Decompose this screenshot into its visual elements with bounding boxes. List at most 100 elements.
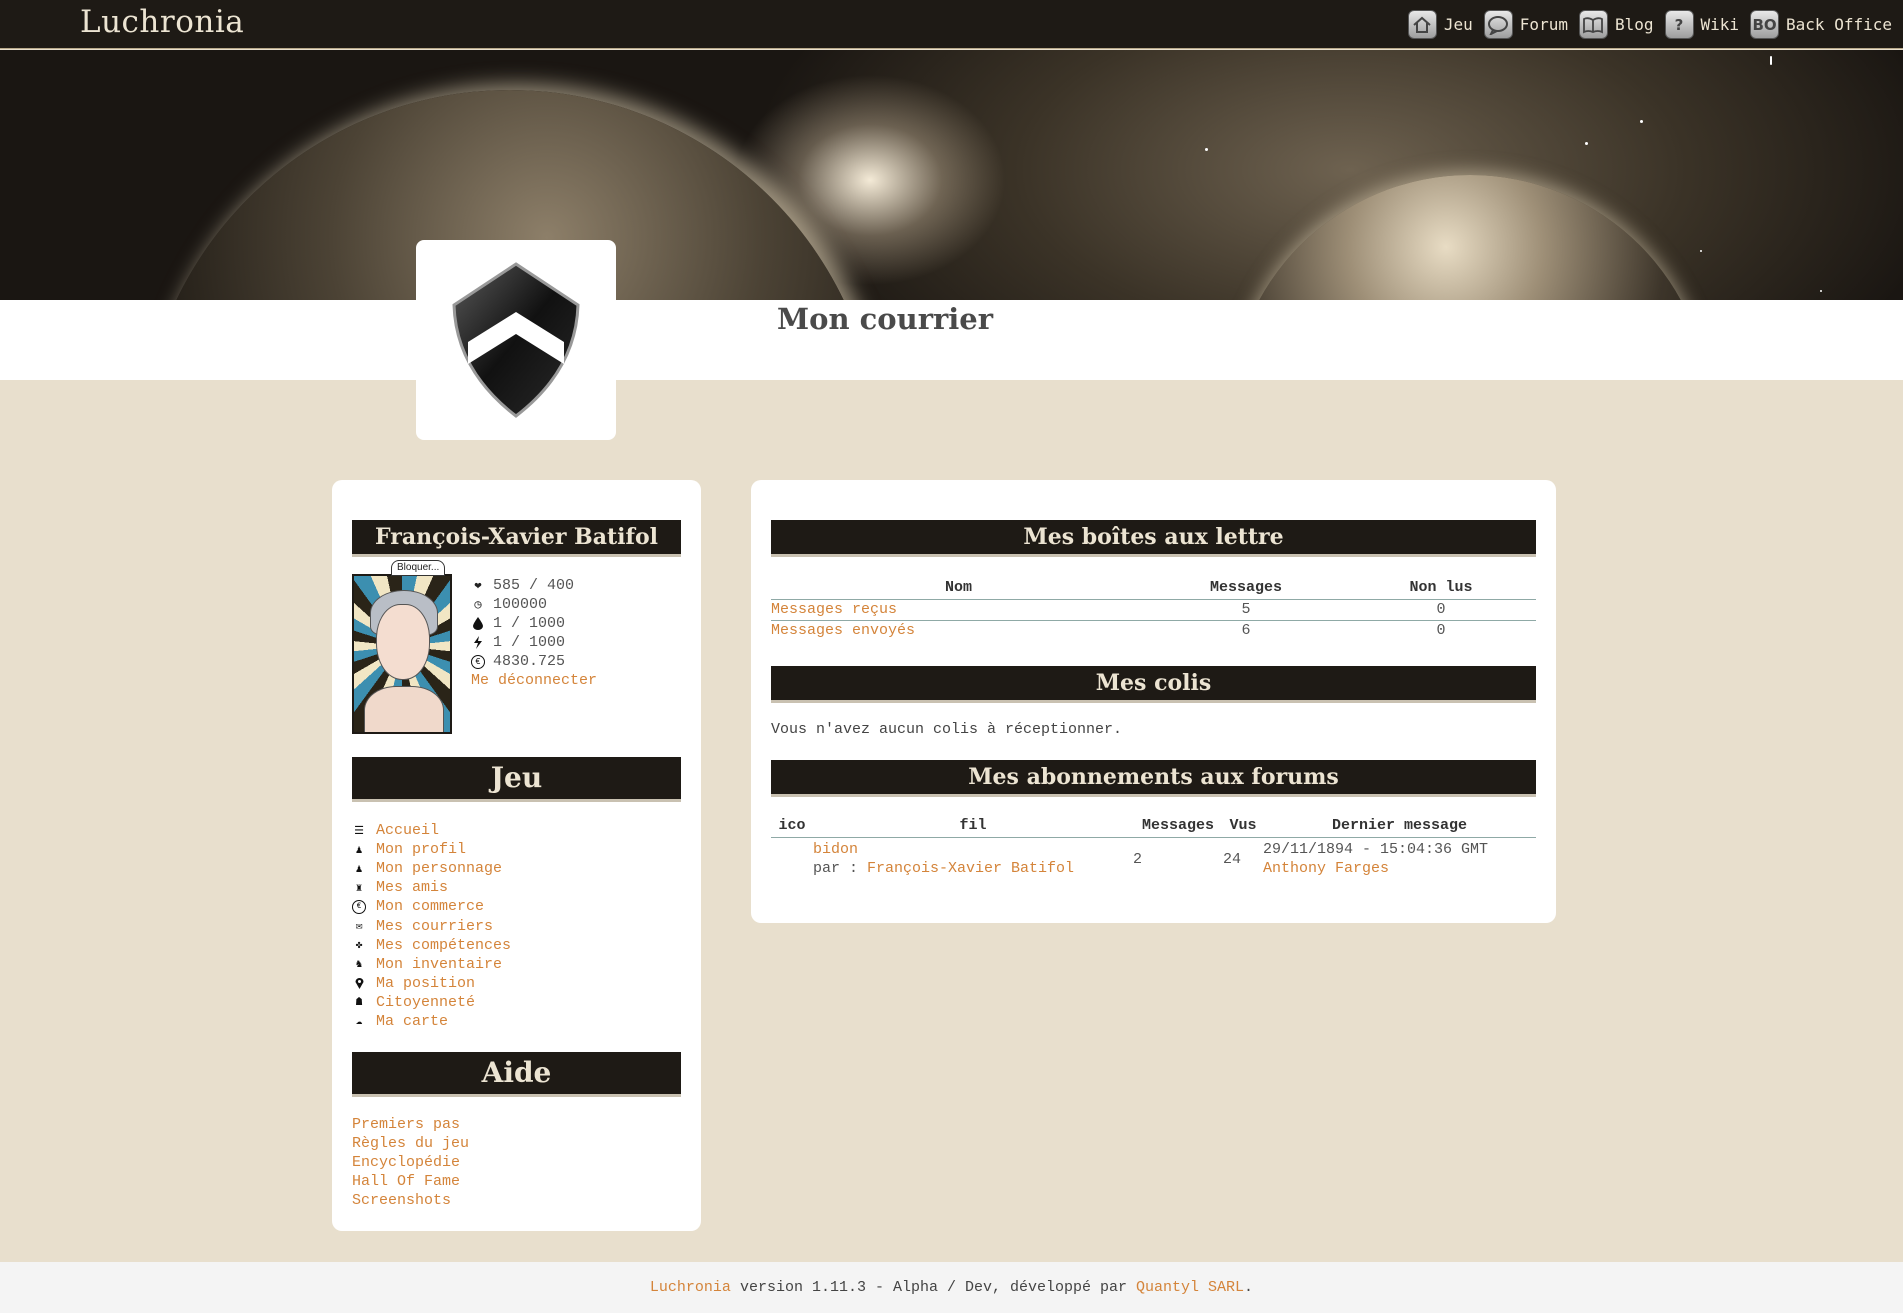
menu-item-label[interactable]: Mon commerce: [376, 898, 484, 915]
block-button[interactable]: Bloquer...: [391, 560, 446, 576]
menu-item-accueil[interactable]: ☰ Accueil: [352, 821, 511, 840]
avatar[interactable]: [352, 574, 452, 734]
menu-item-label[interactable]: Mon personnage: [376, 860, 502, 877]
stat-money: € 4830.725: [471, 652, 597, 671]
col-nom: Nom: [771, 579, 1146, 600]
menu-item-label[interactable]: Accueil: [376, 822, 439, 839]
mailboxes-title: Mes boîtes aux lettre: [771, 520, 1536, 554]
top-bar: Luchronia Jeu Forum Blog ? Wiki BO Back …: [0, 0, 1903, 49]
aide-link-screenshots[interactable]: Screenshots: [352, 1192, 451, 1209]
menu-item-citoyennete[interactable]: ☗ Citoyenneté: [352, 993, 511, 1012]
menu-item-mon-inventaire[interactable]: ♞ Mon inventaire: [352, 955, 511, 974]
menu-item-label[interactable]: Mes courriers: [376, 918, 493, 935]
nav-jeu[interactable]: Jeu: [1407, 10, 1473, 39]
book-icon: [1578, 10, 1608, 39]
nav-back-office[interactable]: BO Back Office: [1750, 10, 1892, 39]
stat-health-value: 585 / 400: [493, 577, 575, 594]
aide-section-title: Aide: [352, 1052, 681, 1094]
side-panel: François-Xavier Batifol Bloquer... ❤ 585…: [332, 480, 701, 1231]
aide-link-premiers-pas[interactable]: Premiers pas: [352, 1116, 460, 1133]
map-icon: ☁: [355, 1016, 363, 1029]
menu-item-mes-amis[interactable]: ♜ Mes amis: [352, 878, 511, 897]
stat-water: 1 / 1000: [471, 614, 597, 633]
last-message-author-link[interactable]: Anthony Farges: [1263, 860, 1389, 877]
mailbox-received-link[interactable]: Messages reçus: [771, 601, 897, 618]
pin-icon: [352, 976, 366, 990]
menu-item-label[interactable]: Mon profil: [376, 841, 466, 858]
menu-item-ma-carte[interactable]: ☁ Ma carte: [352, 1012, 511, 1031]
star: [1585, 142, 1588, 145]
avatar-body: [364, 686, 444, 732]
col-fil: fil: [813, 817, 1133, 838]
nav-back-office-label: Back Office: [1786, 15, 1892, 34]
last-message-date: 29/11/1894 - 15:04:36 GMT: [1263, 841, 1489, 858]
euro-icon: €: [471, 654, 485, 669]
lightning-icon: [471, 636, 485, 650]
menu-item-mon-personnage[interactable]: ♟ Mon personnage: [352, 859, 511, 878]
menu-item-label[interactable]: Citoyenneté: [376, 994, 475, 1011]
bo-icon: BO: [1750, 10, 1780, 39]
nav-blog[interactable]: Blog: [1578, 10, 1654, 39]
mailbox-sent-link[interactable]: Messages envoyés: [771, 622, 915, 639]
jeu-menu: ☰ Accueil ♟ Mon profil ♟ Mon personnage ♜ Me…: [352, 821, 511, 1031]
menu-item-label[interactable]: Mes amis: [376, 879, 448, 896]
nav-blog-label: Blog: [1614, 15, 1654, 34]
menu-item-ma-position[interactable]: Ma position: [352, 974, 511, 993]
mailbox-sent-count: 6: [1241, 622, 1251, 639]
page-title: Mon courrier: [777, 302, 994, 336]
menu-item-mon-commerce[interactable]: € Mon commerce: [352, 897, 511, 916]
menu-item-mes-courriers[interactable]: ✉ Mes courriers: [352, 916, 511, 935]
col-dernier-message: Dernier message: [1263, 817, 1536, 838]
avatar-face: [376, 604, 430, 680]
forum-subscriptions-title: Mes abonnements aux forums: [771, 760, 1536, 794]
col-vus: Vus: [1223, 817, 1263, 838]
logout-link[interactable]: Me déconnecter: [471, 672, 597, 689]
citizen-icon: ☗: [355, 997, 363, 1010]
nav-wiki-label: Wiki: [1700, 15, 1740, 34]
shield-icon: [452, 262, 580, 418]
footer-app-link[interactable]: Luchronia: [650, 1279, 731, 1296]
footer-company-link[interactable]: Quantyl SARL: [1136, 1279, 1244, 1296]
brand-logo[interactable]: Luchronia: [80, 4, 244, 40]
star: [1820, 290, 1822, 292]
col-messages: Messages: [1146, 579, 1346, 600]
mailbox-sent-unread: 0: [1436, 622, 1446, 639]
menu-item-label[interactable]: Ma carte: [376, 1013, 448, 1030]
star: [1640, 120, 1643, 123]
player-name: François-Xavier Batifol: [352, 520, 681, 554]
nav-forum[interactable]: Forum: [1483, 10, 1568, 39]
menu-item-label[interactable]: Ma position: [376, 975, 475, 992]
heart-icon: ❤: [474, 579, 482, 593]
stat-time-value: 100000: [493, 596, 548, 613]
footer-end: .: [1244, 1279, 1254, 1296]
menu-item-label[interactable]: Mon inventaire: [376, 956, 502, 973]
menu-item-label[interactable]: Mes compétences: [376, 937, 511, 954]
table-row: bidon par : François-Xavier Batifol 2 24…: [771, 838, 1536, 879]
col-non-lus: Non lus: [1346, 579, 1536, 600]
menu-item-mon-profil[interactable]: ♟ Mon profil: [352, 840, 511, 859]
bag-icon: ♞: [355, 959, 363, 972]
mailbox-received-count: 5: [1146, 599, 1346, 621]
stat-health: ❤ 585 / 400: [471, 576, 597, 595]
aide-link-encyclopedie[interactable]: Encyclopédie: [352, 1154, 460, 1171]
friends-icon: ♜: [355, 882, 363, 895]
menu-item-mes-competences[interactable]: ✤ Mes compétences: [352, 936, 511, 955]
drop-icon: [471, 617, 485, 631]
list-icon: ☰: [354, 825, 364, 838]
main-panel: Mes boîtes aux lettre Nom Messages Non l…: [751, 480, 1556, 923]
mailbox-received-unread: 0: [1346, 599, 1536, 621]
table-row: Messages envoyés 6 0: [771, 621, 1536, 642]
thread-author-link[interactable]: François-Xavier Batifol: [867, 860, 1074, 877]
stat-time: ◷ 100000: [471, 595, 597, 614]
person-icon: ♟: [355, 863, 363, 876]
nav-wiki[interactable]: ? Wiki: [1664, 10, 1740, 39]
thread-link[interactable]: bidon: [813, 841, 858, 858]
aide-link-hall-of-fame[interactable]: Hall Of Fame: [352, 1173, 460, 1190]
aide-link-regles[interactable]: Règles du jeu: [352, 1135, 469, 1152]
col-messages: Messages: [1133, 817, 1223, 838]
player-stats: ❤ 585 / 400 ◷ 100000 1 / 1000 1 / 1000 €…: [471, 576, 597, 689]
thread-icon-cell: [771, 838, 813, 879]
question-icon: ?: [1664, 10, 1694, 39]
person-icon: ♟: [355, 844, 363, 857]
aide-menu: Premiers pas Règles du jeu Encyclopédie …: [352, 1116, 469, 1211]
